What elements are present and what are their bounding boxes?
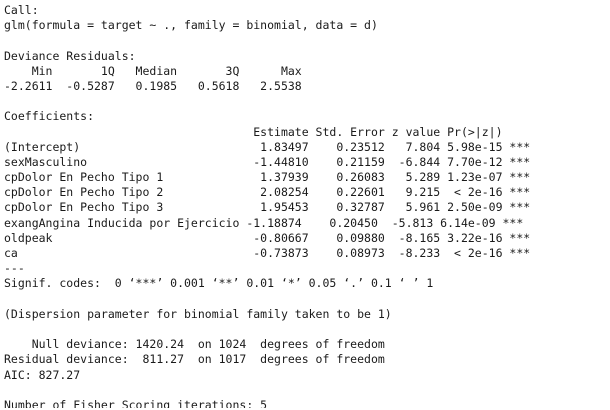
- glm-call: glm(formula = target ~ ., family = binom…: [4, 18, 378, 33]
- signif-codes-legend: Signif. codes: 0 ‘***’ 0.001 ‘**’ 0.01 ‘…: [4, 276, 434, 291]
- deviance-residuals-heading: Deviance Residuals:: [4, 48, 136, 63]
- coefficient-row-sex: sexMasculino -1.44810 0.21159 -6.844 7.7…: [4, 154, 531, 169]
- coefficient-row-cp3: cpDolor En Pecho Tipo 3 1.95453 0.32787 …: [4, 200, 531, 215]
- r-console-output: Call: glm(formula = target ~ ., family =…: [4, 3, 608, 408]
- coefficient-row-exang: exangAngina Inducida por Ejercicio -1.18…: [4, 215, 524, 230]
- coefficient-row-oldpeak: oldpeak -0.80667 0.09880 -8.165 3.22e-16…: [4, 230, 531, 245]
- coefficient-row-ca: ca -0.73873 0.08973 -8.233 < 2e-16 ***: [4, 246, 531, 260]
- coefficient-row-cp2: cpDolor En Pecho Tipo 2 2.08254 0.22601 …: [4, 185, 531, 200]
- coefficients-heading: Coefficients:: [4, 109, 95, 124]
- call-heading: Call:: [4, 3, 39, 17]
- fisher-iterations-line: Number of Fisher Scoring iterations: 5: [4, 397, 268, 408]
- coefficients-header-row: Estimate Std. Error z value Pr(>|z|): [4, 124, 503, 139]
- null-deviance-line: Null deviance: 1420.24 on 1024 degrees o…: [4, 337, 385, 352]
- dispersion-note: (Dispersion parameter for binomial famil…: [4, 306, 392, 321]
- residuals-values-row: -2.2611 -0.5287 0.1985 0.5618 2.5538: [4, 78, 302, 93]
- aic-line: AIC: 827.27: [4, 367, 81, 382]
- coefficient-row-intercept: (Intercept) 1.83497 0.23512 7.804 5.98e-…: [4, 139, 531, 154]
- separator-line: ---: [4, 261, 25, 276]
- coefficient-row-cp1: cpDolor En Pecho Tipo 1 1.37939 0.26083 …: [4, 170, 531, 185]
- residual-deviance-line: Residual deviance: 811.27 on 1017 degree…: [4, 352, 385, 367]
- residuals-header-row: Min 1Q Median 3Q Max: [4, 63, 302, 78]
